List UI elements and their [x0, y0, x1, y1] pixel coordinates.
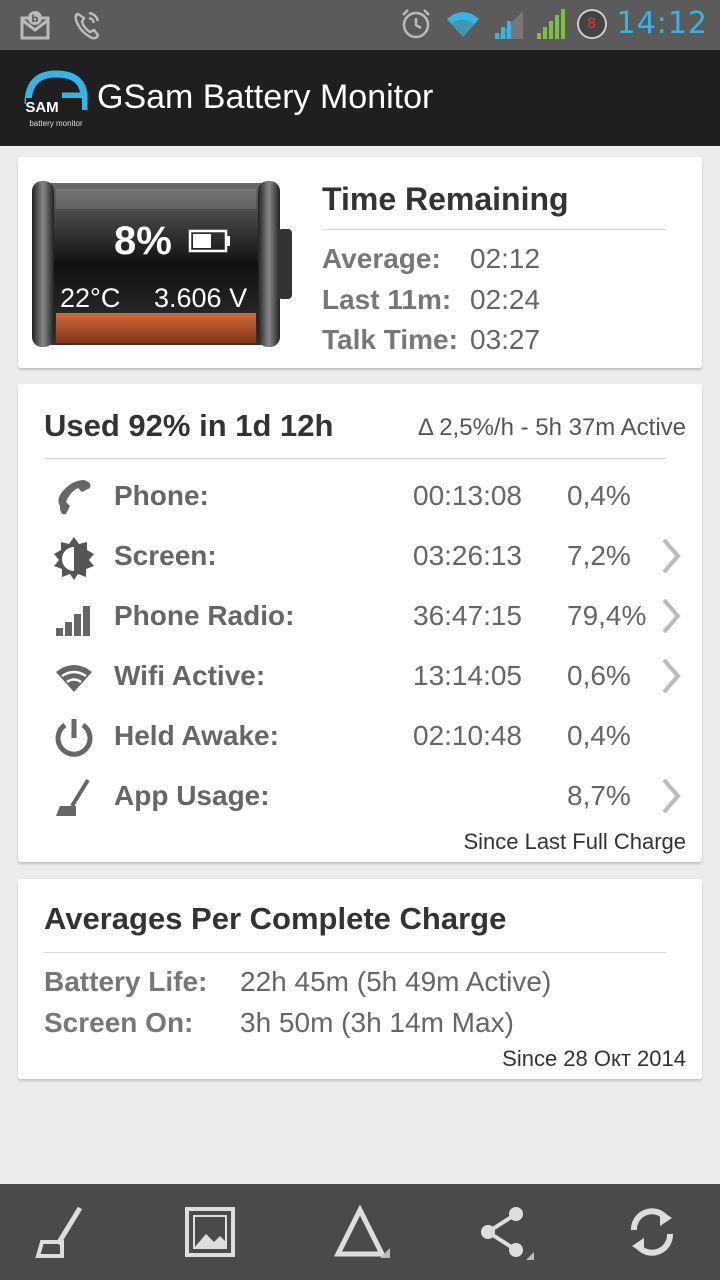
chevron-right-icon[interactable]	[658, 656, 684, 696]
chevron-right-icon[interactable]	[658, 596, 684, 636]
screen-brightness-icon	[54, 537, 94, 580]
clock: 14:12	[616, 6, 708, 41]
phone-call-icon	[74, 11, 100, 40]
usage-row-wifi[interactable]: Wifi Active: 13:14:05 0,6%	[18, 646, 702, 706]
time-remaining-row: Last 11m: 02:24	[322, 284, 541, 315]
averages-title: Averages Per Complete Charge	[44, 901, 507, 936]
divider	[322, 229, 666, 230]
bottom-action-bar	[0, 1184, 720, 1280]
usage-row-held-awake: Held Awake: 02:10:48 0,4%	[18, 706, 702, 766]
mail-icon: b	[20, 11, 50, 40]
notification-badge: 8	[576, 8, 607, 39]
share-icon[interactable]	[474, 1202, 534, 1262]
average-row: Battery Life: 22h 45m (5h 49m Active)	[44, 966, 552, 997]
signal-icon	[536, 8, 565, 39]
svg-text:b: b	[31, 14, 38, 25]
time-remaining-row: Talk Time: 03:27	[322, 324, 541, 355]
app-logo[interactable]: SAM battery monitor	[22, 68, 90, 128]
refresh-icon[interactable]	[622, 1202, 682, 1262]
battery-percent: 8%	[114, 219, 172, 263]
since-last-full-charge: Since Last Full Charge	[463, 829, 686, 854]
svg-text:battery monitor: battery monitor	[29, 119, 83, 128]
time-remaining-title: Time Remaining	[322, 181, 569, 217]
average-row: Screen On: 3h 50m (3h 14m Max)	[44, 1007, 514, 1038]
delta-icon[interactable]	[330, 1202, 390, 1262]
broom-icon	[56, 778, 90, 816]
svg-text:SAM: SAM	[25, 99, 58, 116]
usage-row-screen[interactable]: Screen: 03:26:13 7,2%	[18, 526, 702, 586]
signal-bars-icon	[56, 606, 90, 636]
usage-card: Used 92% in 1d 12h Δ 2,5%/h - 5h 37m Act…	[18, 384, 702, 862]
chevron-right-icon[interactable]	[658, 536, 684, 576]
usage-title: Used 92% in 1d 12h	[44, 408, 334, 443]
divider	[44, 458, 666, 459]
usage-row-phone: Phone: 00:13:08 0,4%	[18, 466, 702, 526]
alarm-icon	[401, 8, 430, 38]
usage-rate: Δ 2,5%/h - 5h 37m Active	[417, 414, 686, 441]
status-bar: b 8 14:12	[0, 0, 720, 50]
battery-readout: 8% 22°C 3.606 V	[32, 179, 294, 349]
app-title: GSam Battery Monitor	[97, 78, 434, 116]
time-remaining-row: Average: 02:12	[322, 243, 541, 274]
divider	[44, 952, 666, 953]
power-icon	[55, 719, 93, 757]
phone-icon	[58, 480, 91, 515]
usage-row-phone-radio[interactable]: Phone Radio: 36:47:15 79,4%	[18, 586, 702, 646]
action-bar: SAM battery monitor GSam Battery Monitor	[0, 50, 720, 146]
broom-icon[interactable]	[30, 1202, 90, 1262]
averages-card: Averages Per Complete Charge Battery Lif…	[18, 879, 702, 1079]
averages-since: Since 28 Окт 2014	[502, 1046, 686, 1071]
wifi-icon	[446, 11, 479, 37]
battery-temperature: 22°C	[60, 283, 121, 313]
usage-row-app-usage[interactable]: App Usage: 8,7%	[18, 766, 702, 826]
wifi-icon	[56, 665, 92, 692]
image-icon[interactable]	[180, 1202, 240, 1262]
time-remaining-card: 8% 22°C 3.606 V Time Remaining Average: …	[18, 157, 702, 368]
chevron-right-icon[interactable]	[658, 776, 684, 816]
signal-icon	[494, 10, 523, 39]
battery-voltage: 3.606 V	[154, 283, 248, 313]
